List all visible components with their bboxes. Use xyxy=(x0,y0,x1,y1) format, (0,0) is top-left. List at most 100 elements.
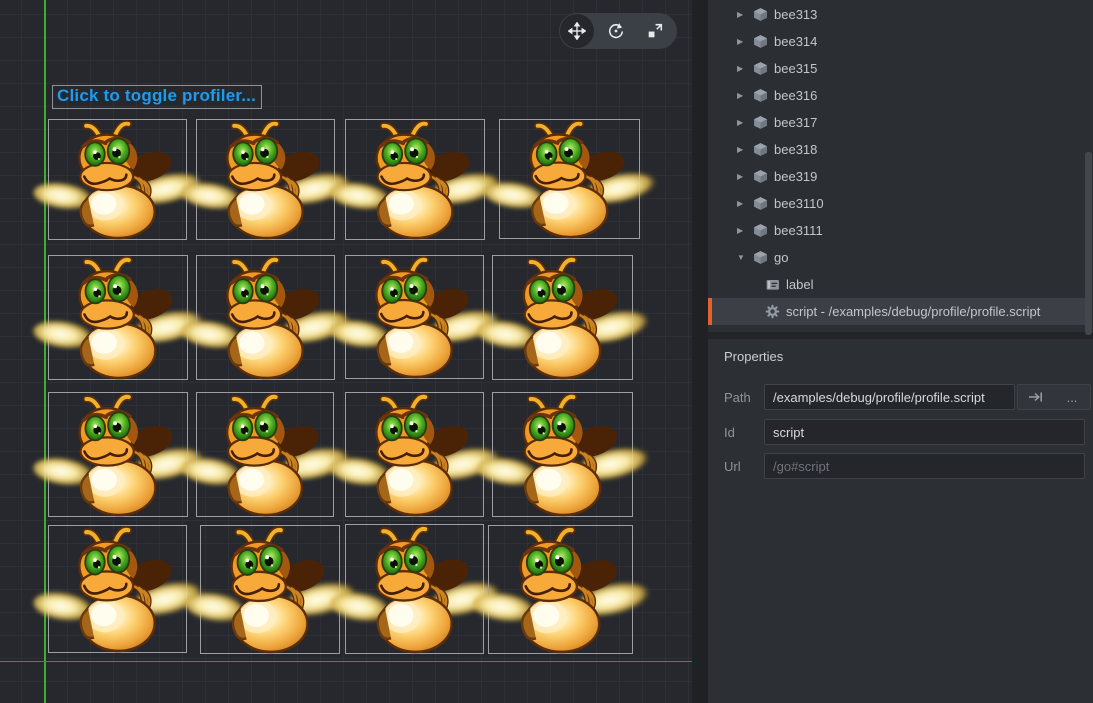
outline-item-label: bee319 xyxy=(774,169,817,184)
sprite-cell-3[interactable] xyxy=(345,119,485,240)
sprite-cell-15[interactable] xyxy=(345,524,484,654)
expand-arrow-icon[interactable]: ▶ xyxy=(737,118,753,127)
firefly-bee-sprite xyxy=(346,393,483,516)
jump-to-icon xyxy=(1028,391,1044,403)
outline-item-bee314[interactable]: ▶ bee314 xyxy=(708,28,1085,55)
property-row-path: Path ... xyxy=(724,384,1091,410)
scale-tool-button[interactable] xyxy=(635,13,674,49)
firefly-bee-sprite xyxy=(489,526,632,653)
sprite-cell-9[interactable] xyxy=(48,392,188,517)
url-label: Url xyxy=(724,459,764,474)
firefly-bee-sprite xyxy=(346,120,484,239)
right-panel: ▶ bee313 ▶ bee314 ▶ bee315 ▶ bee316 ▶ be… xyxy=(708,0,1093,703)
game-object-cube-icon xyxy=(753,142,768,157)
game-object-cube-icon xyxy=(753,88,768,103)
outline-item-label: bee313 xyxy=(774,7,817,22)
sprite-cell-13[interactable] xyxy=(48,525,187,653)
outline-item-label: go xyxy=(774,250,788,265)
game-object-cube-icon xyxy=(753,7,768,22)
sprite-cell-14[interactable] xyxy=(200,525,340,654)
outline-item-go[interactable]: ▼ go xyxy=(708,244,1085,271)
properties-title: Properties xyxy=(708,339,1093,364)
outline-item-label: label xyxy=(786,277,813,292)
game-object-cube-icon xyxy=(753,115,768,130)
game-object-cube-icon xyxy=(753,34,768,49)
path-button-group: ... xyxy=(1017,384,1091,410)
sprite-cell-16[interactable] xyxy=(488,525,633,654)
outline-item-label: bee315 xyxy=(774,61,817,76)
open-resource-button[interactable] xyxy=(1021,385,1051,409)
sprite-cell-10[interactable] xyxy=(196,392,334,517)
expand-arrow-icon[interactable]: ▶ xyxy=(737,10,753,19)
label-icon xyxy=(765,277,780,292)
outline-item-label: bee3110 xyxy=(774,196,824,211)
firefly-bee-sprite xyxy=(201,526,339,653)
outline-item-bee319[interactable]: ▶ bee319 xyxy=(708,163,1085,190)
firefly-bee-sprite xyxy=(49,393,187,516)
outline-item-script[interactable]: script - /examples/debug/profile/profile… xyxy=(708,298,1085,325)
outline-item-bee315[interactable]: ▶ bee315 xyxy=(708,55,1085,82)
path-label: Path xyxy=(724,390,764,405)
expand-arrow-icon[interactable]: ▶ xyxy=(737,64,753,73)
game-object-cube-icon xyxy=(753,250,768,265)
outline-item-bee3110[interactable]: ▶ bee3110 xyxy=(708,190,1085,217)
rotate-tool-button[interactable] xyxy=(596,13,635,49)
game-object-cube-icon xyxy=(753,223,768,238)
sprite-cell-1[interactable] xyxy=(48,119,187,240)
expand-arrow-icon[interactable]: ▶ xyxy=(737,145,753,154)
browse-resource-button[interactable]: ... xyxy=(1057,385,1087,409)
outline-item-label: bee317 xyxy=(774,115,817,130)
outline-item-bee313[interactable]: ▶ bee313 xyxy=(708,1,1085,28)
sprite-cell-7[interactable] xyxy=(345,255,484,379)
move-tool-button[interactable] xyxy=(560,14,594,48)
firefly-bee-sprite xyxy=(346,525,483,653)
id-input[interactable] xyxy=(764,419,1085,445)
game-object-cube-icon xyxy=(753,196,768,211)
property-row-url: Url xyxy=(724,453,1085,479)
sprite-cell-11[interactable] xyxy=(345,392,484,517)
firefly-bee-sprite xyxy=(49,526,186,652)
expand-arrow-icon[interactable]: ▶ xyxy=(737,37,753,46)
id-label: Id xyxy=(724,425,764,440)
outline-item-label: bee318 xyxy=(774,142,817,157)
firefly-bee-sprite xyxy=(49,256,187,379)
outline-item-label: script - /examples/debug/profile/profile… xyxy=(786,304,1040,319)
firefly-bee-sprite xyxy=(197,256,334,379)
rotate-tool-icon xyxy=(607,22,625,40)
expand-arrow-icon[interactable]: ▼ xyxy=(737,253,753,262)
sprite-cell-2[interactable] xyxy=(196,119,335,240)
firefly-bee-sprite xyxy=(493,393,632,516)
outline-item-label: bee316 xyxy=(774,88,817,103)
outline-item-label[interactable]: label xyxy=(708,271,1085,298)
firefly-bee-sprite xyxy=(49,120,186,239)
expand-arrow-icon[interactable]: ▶ xyxy=(737,226,753,235)
game-object-cube-icon xyxy=(753,169,768,184)
sprite-cell-6[interactable] xyxy=(196,255,335,380)
property-row-id: Id xyxy=(724,419,1085,445)
scene-toolbar xyxy=(559,13,677,49)
expand-arrow-icon[interactable]: ▶ xyxy=(737,172,753,181)
url-input[interactable] xyxy=(764,453,1085,479)
scale-tool-icon xyxy=(646,22,664,40)
outline-item-bee317[interactable]: ▶ bee317 xyxy=(708,109,1085,136)
profiler-toggle-text[interactable]: Click to toggle profiler... xyxy=(52,85,262,109)
firefly-bee-sprite xyxy=(346,256,483,378)
path-input[interactable] xyxy=(764,384,1015,410)
expand-arrow-icon[interactable]: ▶ xyxy=(737,199,753,208)
firefly-bee-sprite xyxy=(197,120,334,239)
firefly-bee-sprite xyxy=(500,120,639,238)
outline-item-bee316[interactable]: ▶ bee316 xyxy=(708,82,1085,109)
panel-splitter[interactable] xyxy=(692,0,708,703)
x-axis-line xyxy=(0,661,692,662)
sprite-cell-5[interactable] xyxy=(48,255,188,380)
outline-item-label: bee3111 xyxy=(774,223,823,238)
outline-item-bee318[interactable]: ▶ bee318 xyxy=(708,136,1085,163)
outline-item-bee3111[interactable]: ▶ bee3111 xyxy=(708,217,1085,244)
scene-viewport[interactable]: Click to toggle profiler... xyxy=(0,0,692,703)
sprite-cell-4[interactable] xyxy=(499,119,640,239)
expand-arrow-icon[interactable]: ▶ xyxy=(737,91,753,100)
properties-panel: Properties Path ... Id Url xyxy=(708,339,1093,703)
outline-scrollbar-thumb[interactable] xyxy=(1085,152,1092,335)
sprite-cell-12[interactable] xyxy=(492,392,633,517)
sprite-cell-8[interactable] xyxy=(492,255,633,380)
